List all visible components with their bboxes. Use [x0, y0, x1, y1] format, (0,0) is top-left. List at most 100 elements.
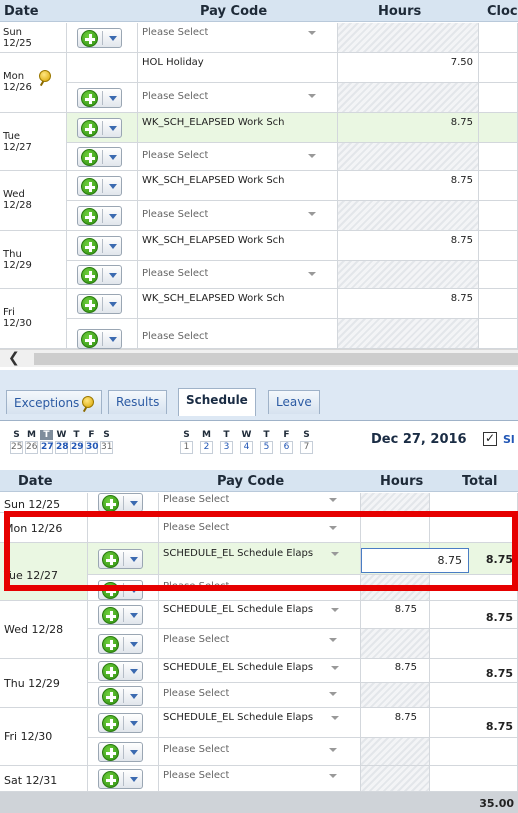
row-total: 8.75	[485, 720, 513, 733]
calendar-date[interactable]: 30	[85, 441, 99, 454]
dropdown-arrow-icon	[308, 94, 316, 98]
dropdown-arrow-icon	[308, 212, 316, 216]
pay-code-select[interactable]: Please Select	[138, 319, 338, 349]
hours-cell[interactable]: 8.75	[338, 171, 479, 201]
add-row-button[interactable]	[98, 742, 143, 762]
add-row-button[interactable]	[77, 265, 122, 285]
add-row-button[interactable]	[77, 206, 122, 226]
plus-icon	[81, 208, 98, 225]
pay-code-select[interactable]: SCHEDULE_EL Schedule Elaps	[159, 601, 361, 629]
tab-schedule[interactable]: Schedule	[178, 388, 256, 416]
calendar-date[interactable]: 25	[10, 441, 23, 454]
table-row: WK_SCH_ELAPSED Work Sch 8.75	[0, 171, 518, 201]
chevron-down-icon	[109, 337, 117, 342]
calendar-date[interactable]: 26	[25, 441, 38, 454]
pay-code-cell[interactable]: WK_SCH_ELAPSED Work Sch	[138, 231, 338, 261]
dropdown-arrow-icon	[329, 498, 337, 502]
tab-leave[interactable]: Leave	[268, 390, 320, 414]
hours-cell[interactable]: 7.50	[338, 53, 479, 83]
pay-code-select[interactable]: Please Select	[159, 575, 361, 601]
dropdown-arrow-icon	[329, 774, 337, 778]
add-row-button[interactable]	[77, 329, 122, 349]
add-row-button[interactable]	[77, 88, 122, 108]
pay-code-cell[interactable]: WK_SCH_ELAPSED Work Sch	[138, 289, 338, 319]
calendar-date[interactable]: 7	[300, 441, 313, 454]
add-row-button[interactable]	[77, 147, 122, 167]
add-row-button[interactable]	[77, 294, 122, 314]
horizontal-scrollbar[interactable]: ❮	[0, 349, 518, 367]
hours-input[interactable]: 8.75	[361, 548, 469, 573]
table-row: Please Select	[0, 513, 518, 543]
chevron-down-icon	[130, 750, 138, 755]
tab-bar: Exceptions Results Schedule Leave	[0, 370, 518, 420]
plus-icon	[81, 238, 98, 255]
calendar-date[interactable]: 2	[200, 441, 213, 454]
add-row-button[interactable]	[98, 661, 143, 681]
add-row-button[interactable]	[98, 580, 143, 600]
chevron-down-icon	[109, 302, 117, 307]
add-row-button[interactable]	[77, 118, 122, 138]
add-row-button[interactable]	[77, 176, 122, 196]
calendar-date[interactable]: 28	[55, 441, 69, 454]
chevron-down-icon	[109, 126, 117, 131]
add-row-button[interactable]	[98, 686, 143, 706]
pay-code-select[interactable]: Please Select	[138, 23, 338, 53]
pay-code-cell[interactable]: WK_SCH_ELAPSED Work Sch	[138, 113, 338, 143]
pay-code-cell[interactable]: HOL Holiday	[138, 53, 338, 83]
calendar-date[interactable]: 29	[70, 441, 84, 454]
add-row-button[interactable]	[77, 236, 122, 256]
add-row-button[interactable]	[98, 493, 143, 512]
pay-code-select[interactable]: SCHEDULE_EL Schedule Elaps	[159, 708, 361, 738]
header-pay-code: Pay Code	[200, 4, 268, 19]
plus-icon	[102, 551, 119, 568]
add-row-button[interactable]	[98, 769, 143, 789]
pay-code-select[interactable]: Please Select	[159, 683, 361, 708]
tab-exceptions[interactable]: Exceptions	[6, 390, 103, 414]
calendar-date-selected[interactable]: 27	[40, 441, 54, 454]
calendar-date[interactable]: 31	[100, 441, 113, 454]
add-row-button[interactable]	[98, 634, 143, 654]
chevron-down-icon	[130, 557, 138, 562]
selected-date-label: Dec 27, 2016	[371, 432, 467, 447]
hours-cell[interactable]: 8.75	[338, 289, 479, 319]
pay-code-select[interactable]: Please Select	[159, 766, 361, 792]
pay-code-select[interactable]: SCHEDULE_EL Schedule Elaps	[159, 659, 361, 683]
pay-code-select[interactable]: Please Select	[159, 738, 361, 766]
calendar-date[interactable]: 1	[180, 441, 193, 454]
plus-icon	[81, 30, 98, 47]
header-hours: Hours	[380, 474, 424, 489]
calendar-date[interactable]: 4	[240, 441, 253, 454]
calendar-date[interactable]: 5	[260, 441, 273, 454]
pay-code-select[interactable]: Please Select	[159, 629, 361, 659]
add-row-button[interactable]	[77, 28, 122, 48]
pay-code-cell[interactable]: WK_SCH_ELAPSED Work Sch	[138, 171, 338, 201]
calendar-date[interactable]: 3	[220, 441, 233, 454]
pay-code-select[interactable]: SCHEDULE_EL Schedule Elaps	[159, 543, 361, 575]
totals-footer: 35.00	[0, 792, 518, 813]
chevron-down-icon	[130, 588, 138, 593]
plus-icon	[102, 636, 119, 653]
pay-code-select[interactable]: Please Select	[159, 513, 361, 543]
hours-cell	[338, 23, 479, 53]
tab-results[interactable]: Results	[108, 390, 168, 414]
plus-icon	[102, 607, 119, 624]
plus-icon	[102, 744, 119, 761]
pay-code-select[interactable]: Please Select	[159, 493, 361, 513]
add-row-button[interactable]	[98, 605, 143, 625]
scrollbar-thumb[interactable]	[34, 353, 518, 365]
plus-icon	[81, 296, 98, 313]
hours-cell[interactable]: 8.75	[338, 231, 479, 261]
pay-code-select[interactable]: Please Select	[138, 261, 338, 289]
pay-code-select[interactable]: Please Select	[138, 201, 338, 231]
show-checkbox[interactable]: ✓	[483, 432, 497, 446]
pay-code-select[interactable]: Please Select	[138, 83, 338, 113]
pay-code-select[interactable]: Please Select	[138, 143, 338, 171]
add-row-button[interactable]	[98, 549, 143, 569]
table-row: WK_SCH_ELAPSED Work Sch 8.75	[0, 113, 518, 143]
bottom-grid-header: Date Pay Code Hours Total	[0, 470, 518, 492]
grand-total: 35.00	[479, 797, 514, 810]
hours-cell[interactable]: 8.75	[338, 113, 479, 143]
add-row-button[interactable]	[98, 713, 143, 733]
calendar-date[interactable]: 6	[280, 441, 293, 454]
scroll-left-icon[interactable]: ❮	[8, 350, 20, 366]
